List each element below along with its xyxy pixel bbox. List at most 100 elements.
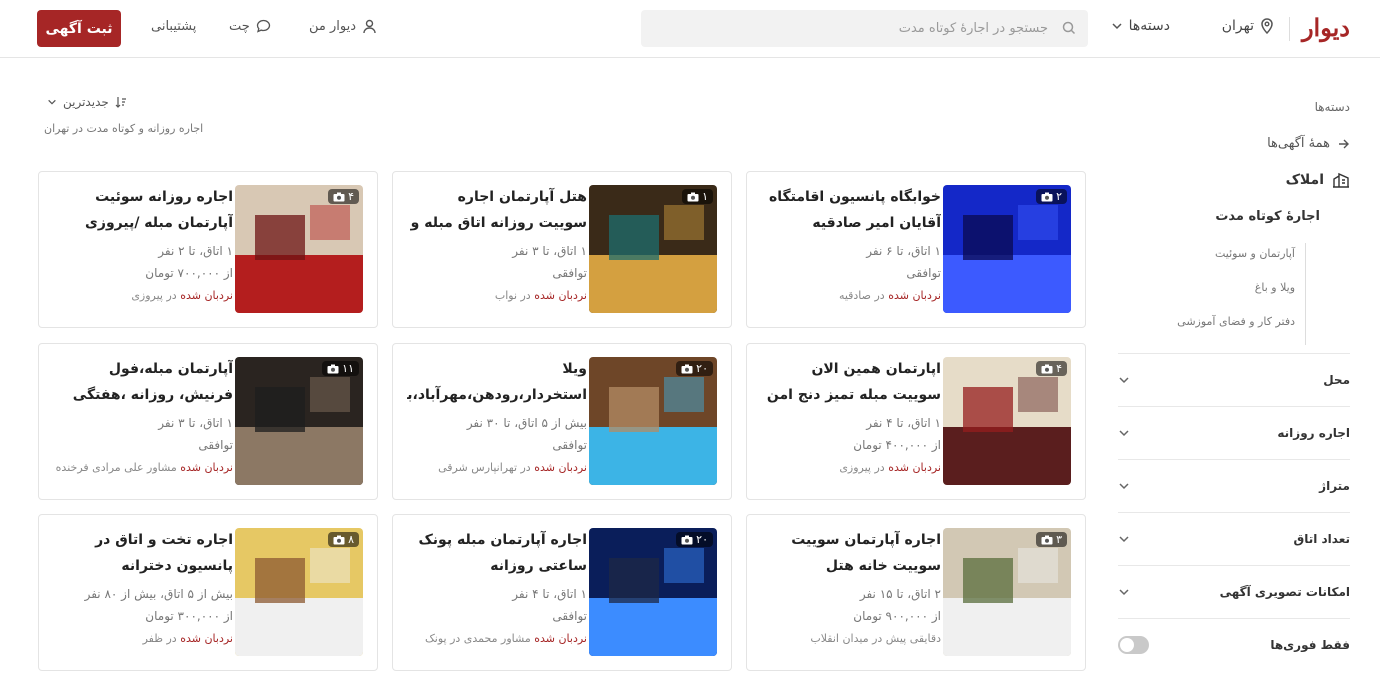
listing-price: از ۷۰۰,۰۰۰ تومان bbox=[145, 266, 233, 280]
listing-title[interactable]: اجاره روزانه سوئیت آپارتمان مبله /پیروزی bbox=[53, 184, 233, 236]
filter-area[interactable]: متراژ bbox=[1118, 459, 1350, 512]
photo-count-badge: ۸ bbox=[328, 532, 359, 547]
photo-count: ۱۱ bbox=[342, 362, 354, 375]
filter-label: تعداد اتاق bbox=[1293, 532, 1350, 546]
listing-photo[interactable]: ۲۰ bbox=[589, 357, 717, 485]
listing-title[interactable]: خوابگاه پانسیون اقامتگاه آقایان امیر صاد… bbox=[761, 184, 941, 236]
photo-count-badge: ۲۰ bbox=[676, 361, 713, 376]
subitem-apartment-suite[interactable]: آپارتمان و سوئیت bbox=[1177, 243, 1295, 277]
top-header: دیوار تهران دسته‌ها دیوار من چت پشتیبانی… bbox=[0, 0, 1380, 58]
listing-title[interactable]: اپارتمان همین الان سوییت مبله تمیز دنج ا… bbox=[761, 356, 941, 408]
category-real-estate[interactable]: املاک bbox=[1286, 171, 1350, 189]
chevron-down-icon bbox=[1119, 483, 1129, 490]
listing-card[interactable]: ۲ خوابگاه پانسیون اقامتگاه آقایان امیر ص… bbox=[746, 171, 1086, 328]
listing-photo[interactable]: ۱ bbox=[589, 185, 717, 313]
listing-photo[interactable]: ۸ bbox=[235, 528, 363, 656]
filter-instant-only: فقط فوری‌ها bbox=[1118, 618, 1350, 671]
listing-location: مشاور علی مرادی فرخنده ... bbox=[53, 461, 177, 474]
city-selector[interactable]: تهران bbox=[1222, 18, 1274, 34]
all-ads-link[interactable]: همهٔ آگهی‌ها bbox=[1267, 136, 1350, 151]
listing-title[interactable]: اجاره آپارتمان مبله پونک ساعتی روزانه bbox=[407, 527, 587, 579]
filter-label: امکانات تصویری آگهی bbox=[1219, 585, 1350, 599]
instant-only-toggle[interactable] bbox=[1118, 636, 1149, 654]
listing-photo[interactable]: ۴ bbox=[943, 357, 1071, 485]
listing-title[interactable]: آپارتمان مبله،فول فرنیش، روزانه ،هفتگی ،… bbox=[53, 356, 233, 408]
filter-daily-rent[interactable]: اجاره روزانه bbox=[1118, 406, 1350, 459]
breadcrumb: اجاره روزانه و کوتاه مدت در تهران bbox=[44, 122, 204, 135]
listing-card[interactable]: ۳ اجاره آپارتمان سوییت سوییت خانه هتل ۲ … bbox=[746, 514, 1086, 671]
listing-photo[interactable]: ۴ bbox=[235, 185, 363, 313]
category-label: املاک bbox=[1285, 172, 1324, 188]
photo-count: ۱ bbox=[702, 190, 708, 203]
listing-location: در پیروزی bbox=[839, 461, 885, 474]
chat-label: چت bbox=[229, 19, 250, 34]
nav-support[interactable]: پشتیبانی bbox=[151, 19, 196, 34]
city-label: تهران bbox=[1221, 18, 1254, 34]
ladder-tag: نردبان شده bbox=[534, 289, 587, 302]
ladder-tag: نردبان شده bbox=[534, 632, 587, 645]
listing-rooms: ۱ اتاق، تا ۳ نفر bbox=[512, 244, 587, 258]
post-ad-button[interactable]: ثبت آگهی bbox=[37, 10, 121, 47]
my-divar-label: دیوار من bbox=[309, 19, 357, 34]
divar-logo[interactable]: دیوار bbox=[1302, 13, 1350, 42]
nav-chat[interactable]: چت bbox=[229, 19, 271, 34]
instant-only-label: فقط فوری‌ها bbox=[1270, 638, 1350, 652]
listing-title[interactable]: اجاره تخت و اتاق در پانسیون دخترانه bbox=[53, 527, 233, 579]
ladder-tag: نردبان شده bbox=[180, 632, 233, 645]
listing-card[interactable]: ۲۰ ویلا استخردار،رودهن،مهرآباد،بومهن بیش… bbox=[392, 343, 732, 500]
listing-rooms: ۱ اتاق، تا ۴ نفر bbox=[512, 587, 587, 601]
filter-rooms[interactable]: تعداد اتاق bbox=[1118, 512, 1350, 565]
listing-photo[interactable]: ۲۰ bbox=[589, 528, 717, 656]
listing-card[interactable]: ۱ هتل آپارتمان اجاره سوییت روزانه اتاق م… bbox=[392, 171, 732, 328]
listing-photo[interactable]: ۳ bbox=[943, 528, 1071, 656]
listing-title[interactable]: هتل آپارتمان اجاره سوییت روزانه اتاق مبل… bbox=[407, 184, 587, 236]
search-box[interactable] bbox=[641, 10, 1088, 47]
listing-title[interactable]: ویلا استخردار،رودهن،مهرآباد،بومهن bbox=[407, 356, 587, 408]
listing-rooms: ۱ اتاق، تا ۴ نفر bbox=[866, 416, 941, 430]
listing-card[interactable]: ۴ اجاره روزانه سوئیت آپارتمان مبله /پیرو… bbox=[38, 171, 378, 328]
nav-my-divar[interactable]: دیوار من bbox=[309, 19, 377, 34]
filter-label: محل bbox=[1323, 373, 1350, 387]
photo-count-badge: ۱۱ bbox=[322, 361, 359, 376]
listing-photo[interactable]: ۲ bbox=[943, 185, 1071, 313]
subitem-villa-garden[interactable]: ویلا و باغ bbox=[1177, 277, 1295, 311]
listing-photo[interactable]: ۱۱ bbox=[235, 357, 363, 485]
listing-card[interactable]: ۲۰ اجاره آپارتمان مبله پونک ساعتی روزانه… bbox=[392, 514, 732, 671]
photo-count: ۳ bbox=[1056, 533, 1062, 546]
listing-price: از ۹۰۰,۰۰۰ تومان bbox=[853, 609, 941, 623]
categories-dropdown[interactable]: دسته‌ها bbox=[1111, 18, 1170, 34]
listing-card[interactable]: ۴ اپارتمان همین الان سوییت مبله تمیز دنج… bbox=[746, 343, 1086, 500]
listing-rooms: ۱ اتاق، تا ۶ نفر bbox=[866, 244, 941, 258]
listing-price: از ۳۰۰,۰۰۰ تومان bbox=[145, 609, 233, 623]
photo-count-badge: ۱ bbox=[682, 189, 713, 204]
camera-icon bbox=[681, 535, 693, 544]
filter-label: اجاره روزانه bbox=[1277, 426, 1350, 440]
listing-footer: نردبان شده در پیروزی bbox=[53, 286, 233, 306]
photo-count-badge: ۳ bbox=[1036, 532, 1067, 547]
photo-count-badge: ۴ bbox=[1036, 361, 1067, 376]
chat-bubble-icon bbox=[256, 19, 270, 33]
chevron-down-icon bbox=[1119, 377, 1129, 384]
location-pin-icon bbox=[1261, 18, 1273, 34]
sort-dropdown[interactable]: جدیدترین bbox=[47, 95, 127, 109]
ladder-tag: نردبان شده bbox=[888, 461, 941, 474]
listing-footer: نردبان شده در صادقیه bbox=[761, 286, 941, 306]
photo-count: ۲۰ bbox=[696, 362, 708, 375]
search-input[interactable] bbox=[641, 10, 1088, 47]
listing-rooms: بیش از ۵ اتاق، تا ۳۰ نفر bbox=[466, 416, 587, 430]
ladder-tag: نردبان شده bbox=[534, 461, 587, 474]
listing-footer: دقایقی پیش در میدان انقلاب bbox=[761, 629, 941, 649]
subcategory-short-term-rent[interactable]: اجارهٔ کوتاه مدت bbox=[1215, 209, 1320, 224]
listing-card[interactable]: ۸ اجاره تخت و اتاق در پانسیون دخترانه بی… bbox=[38, 514, 378, 671]
all-ads-label: همهٔ آگهی‌ها bbox=[1267, 136, 1330, 151]
subitem-office-space[interactable]: دفتر کار و فضای آموزشی bbox=[1177, 311, 1295, 345]
listing-title[interactable]: اجاره آپارتمان سوییت سوییت خانه هتل bbox=[761, 527, 941, 579]
listing-card[interactable]: ۱۱ آپارتمان مبله،فول فرنیش، روزانه ،هفتگ… bbox=[38, 343, 378, 500]
photo-count: ۸ bbox=[348, 533, 354, 546]
filter-location[interactable]: محل bbox=[1118, 353, 1350, 406]
filter-photo-features[interactable]: امکانات تصویری آگهی bbox=[1118, 565, 1350, 618]
listing-footer: نردبان شده در ظفر bbox=[53, 629, 233, 649]
photo-count: ۲ bbox=[1056, 190, 1062, 203]
ladder-tag: نردبان شده bbox=[888, 289, 941, 302]
listing-price: توافقی bbox=[552, 609, 587, 623]
